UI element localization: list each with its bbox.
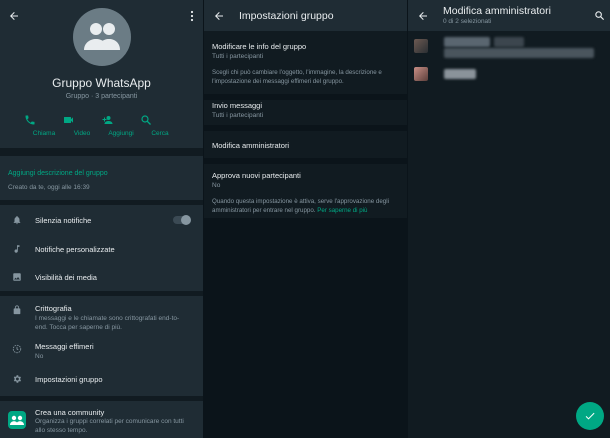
- disappearing-messages-label[interactable]: Messaggi effimeri: [35, 342, 94, 351]
- group-settings-panel: Impostazioni gruppo Modificare le info d…: [204, 0, 407, 438]
- edit-info-title: Modificare le info del gruppo: [212, 42, 307, 51]
- group-settings-link[interactable]: Impostazioni gruppo: [35, 375, 103, 384]
- call-label: Chiama: [32, 130, 56, 137]
- edit-admins-panel: Modifica amministratori 0 di 2 seleziona…: [408, 0, 610, 438]
- video-button[interactable]: Video: [62, 114, 102, 137]
- media-visibility-label[interactable]: Visibilità dei media: [35, 273, 97, 282]
- blurred-contact-name: [444, 69, 476, 79]
- approve-participants-description: Quando questa impostazione è attiva, ser…: [212, 198, 404, 215]
- create-community-label[interactable]: Crea una community: [35, 408, 104, 417]
- video-label: Video: [73, 130, 91, 137]
- phone-icon: [24, 114, 64, 126]
- mute-notifications-label[interactable]: Silenzia notifiche: [35, 216, 91, 225]
- lock-icon: [12, 305, 22, 315]
- add-label: Aggiungi: [108, 130, 134, 137]
- search-icon[interactable]: [594, 10, 605, 21]
- back-arrow-icon[interactable]: [8, 10, 20, 22]
- settings-title: Impostazioni gruppo: [239, 10, 334, 22]
- encryption-label[interactable]: Crittografia: [35, 304, 72, 313]
- community-icon: [8, 411, 26, 429]
- create-community-description: Organizza i gruppi correlati per comunic…: [35, 418, 184, 434]
- call-button[interactable]: Chiama: [24, 114, 64, 137]
- mute-toggle[interactable]: [173, 215, 191, 225]
- more-options-icon[interactable]: [189, 10, 195, 22]
- group-name: Gruppo WhatsApp: [52, 76, 151, 90]
- back-arrow-icon[interactable]: [417, 10, 429, 22]
- contact-avatar: [414, 67, 428, 81]
- group-people-icon: [83, 20, 121, 54]
- mute-toggle-knob: [181, 215, 191, 225]
- video-icon: [62, 114, 102, 126]
- contact-avatar: [414, 39, 428, 53]
- search-label: Cerca: [151, 130, 169, 137]
- approve-participants-value: No: [212, 182, 221, 189]
- add-person-icon: [101, 114, 141, 126]
- blurred-contact-name: [444, 37, 490, 47]
- description-section: [0, 156, 203, 200]
- admins-title: Modifica amministratori: [443, 5, 551, 17]
- image-icon: [12, 272, 22, 282]
- edit-info-value: Tutti i partecipanti: [212, 53, 264, 60]
- edit-admins-link: Modifica amministratori: [212, 141, 290, 150]
- search-icon: [140, 114, 180, 126]
- confirm-button[interactable]: [576, 402, 604, 430]
- timer-icon: [12, 344, 22, 354]
- empty-area: [204, 218, 407, 438]
- group-info-panel: Gruppo WhatsApp Gruppo · 3 partecipanti …: [0, 0, 203, 438]
- learn-more-link[interactable]: Per saperne di più: [317, 207, 367, 214]
- checkmark-icon: [584, 410, 596, 422]
- created-info: Creato da te, oggi alle 16:39: [8, 184, 90, 191]
- selected-count: 0 di 2 selezionati: [443, 18, 492, 25]
- approve-participants-title: Approva nuovi partecipanti: [212, 171, 301, 180]
- add-description-link[interactable]: Aggiungi descrizione del gruppo: [8, 170, 108, 177]
- encryption-description: I messaggi e le chiamate sono crittograf…: [35, 315, 180, 331]
- search-button[interactable]: Cerca: [140, 114, 180, 137]
- custom-notifications-label[interactable]: Notifiche personalizzate: [35, 245, 115, 254]
- back-arrow-icon[interactable]: [213, 10, 225, 22]
- group-participants-count: Gruppo · 3 partecipanti: [65, 93, 138, 100]
- blurred-contact-status: [444, 48, 594, 58]
- disappearing-messages-value: No: [35, 353, 44, 360]
- blurred-contact-name: [494, 37, 524, 47]
- add-participant-button[interactable]: Aggiungi: [101, 114, 141, 137]
- send-messages-title: Invio messaggi: [212, 101, 263, 110]
- music-note-icon: [12, 244, 22, 254]
- edit-info-description: Scegli chi può cambiare l'oggetto, l'imm…: [212, 69, 382, 85]
- gear-icon: [12, 374, 22, 384]
- group-avatar[interactable]: [73, 8, 131, 66]
- send-messages-value: Tutti i partecipanti: [212, 112, 264, 119]
- bell-icon: [12, 215, 22, 225]
